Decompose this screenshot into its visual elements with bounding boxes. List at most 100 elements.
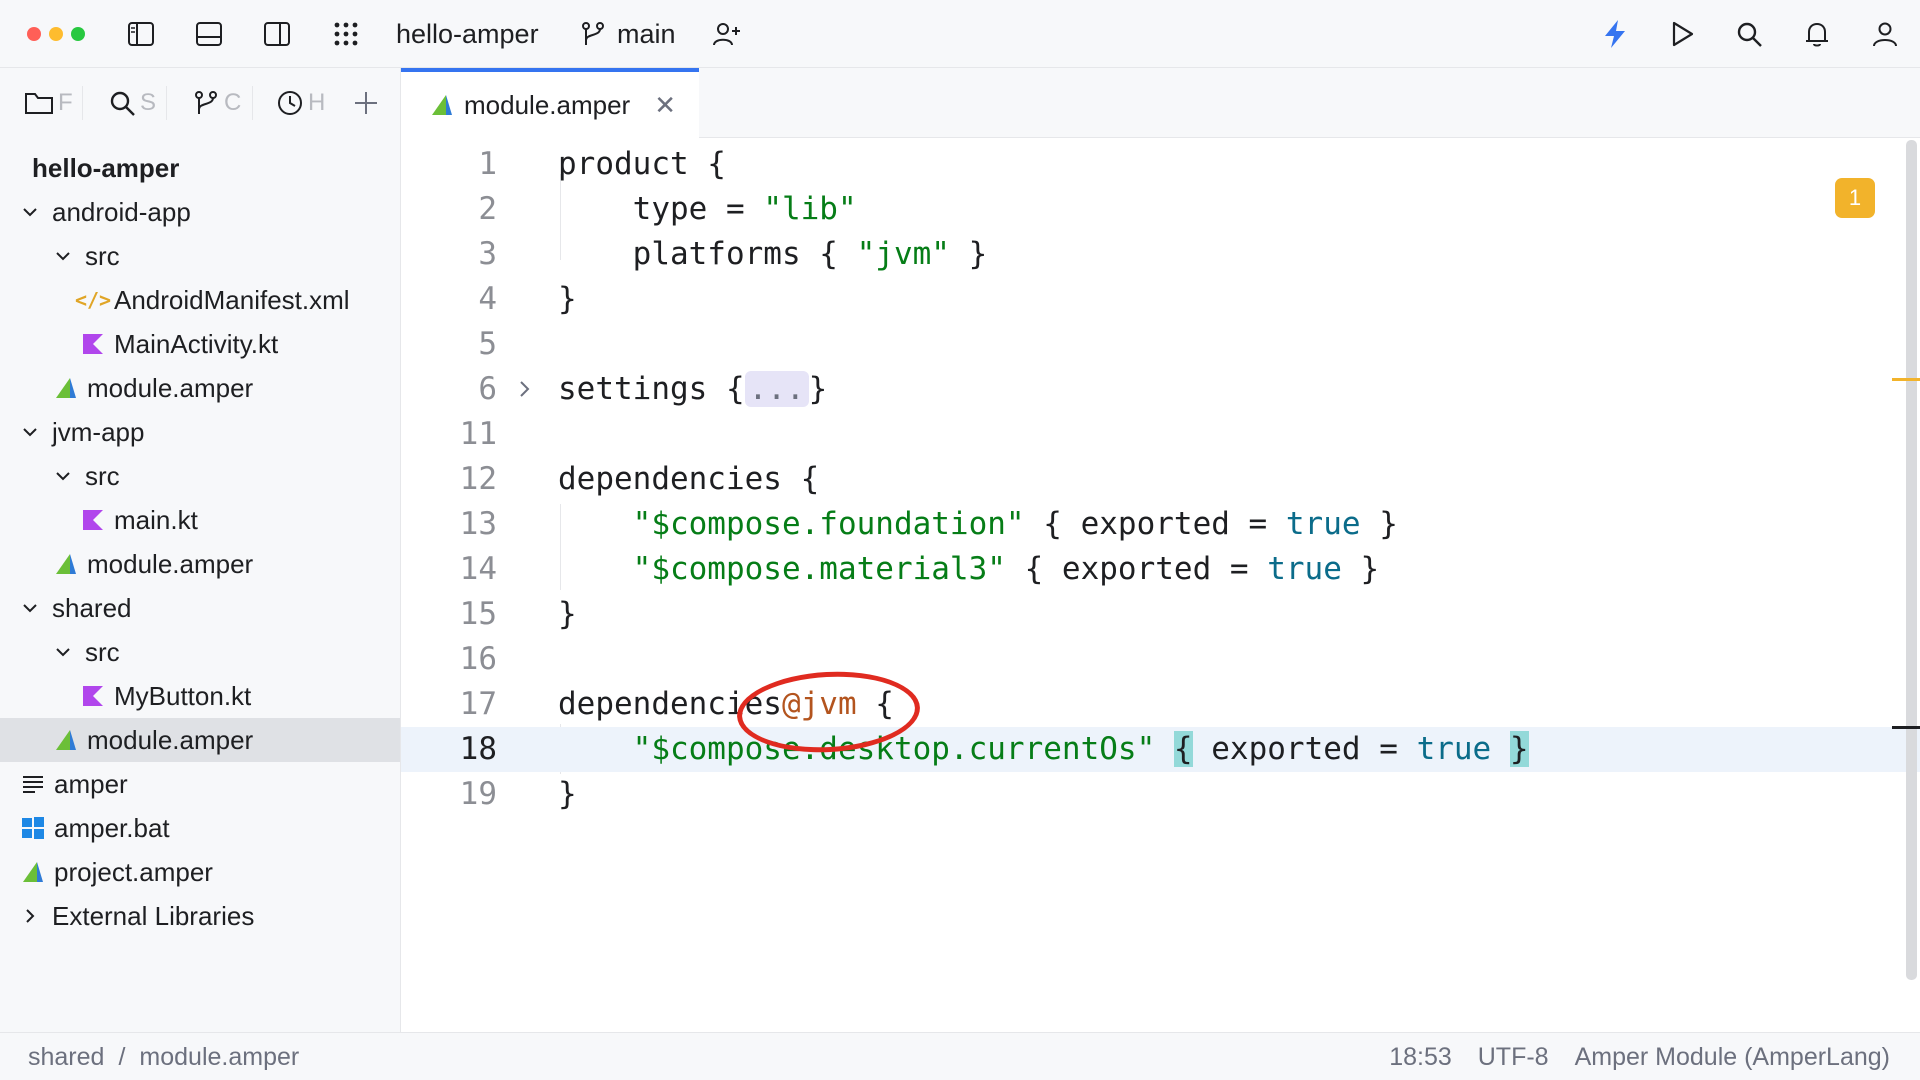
line-number: 11 bbox=[459, 416, 497, 452]
windows-logo-icon bbox=[20, 815, 46, 841]
code-line[interactable]: 14 "$compose.material3" { exported = tru… bbox=[401, 547, 1920, 592]
bottom-panel-toggle-icon[interactable] bbox=[192, 17, 226, 51]
caret-position[interactable]: 18:53 bbox=[1389, 1043, 1452, 1072]
amper-file-icon bbox=[20, 859, 46, 885]
caret-stripe-marker bbox=[1892, 726, 1920, 729]
kotlin-file-icon bbox=[80, 507, 106, 533]
chevron-right-icon[interactable] bbox=[517, 367, 533, 414]
tab-commit-label: C bbox=[224, 89, 242, 116]
breadcrumb-item[interactable]: module.amper bbox=[139, 1043, 299, 1072]
amper-file-icon bbox=[432, 95, 452, 115]
tree-external-libraries[interactable]: External Libraries bbox=[0, 894, 400, 938]
line-number: 1 bbox=[478, 146, 497, 182]
chevron-down-icon[interactable] bbox=[53, 246, 73, 266]
vcs-branch[interactable]: main bbox=[617, 18, 676, 50]
tree-item-label: module.amper bbox=[87, 548, 254, 579]
tab-files-label: F bbox=[58, 89, 73, 116]
tree-folder-jvm-app[interactable]: jvm-app bbox=[0, 410, 400, 454]
search-icon[interactable] bbox=[1732, 17, 1766, 51]
chevron-right-icon[interactable] bbox=[20, 906, 40, 926]
code-line[interactable]: 13 "$compose.foundation" { exported = tr… bbox=[401, 502, 1920, 547]
search-icon bbox=[110, 91, 135, 116]
tree-folder-shared[interactable]: shared bbox=[0, 586, 400, 630]
editor-scrollbar[interactable] bbox=[1906, 140, 1917, 980]
close-tab-icon[interactable]: ✕ bbox=[654, 90, 676, 121]
editor-tab-module-amper[interactable]: module.amper ✕ bbox=[401, 68, 699, 138]
minimize-window-button[interactable] bbox=[49, 27, 63, 41]
tree-file-project-amper[interactable]: project.amper bbox=[0, 850, 400, 894]
tree-file-amper[interactable]: amper bbox=[0, 762, 400, 806]
right-panel-toggle-icon[interactable] bbox=[260, 17, 294, 51]
code-line[interactable]: 12 dependencies { bbox=[401, 457, 1920, 502]
close-window-button[interactable] bbox=[27, 27, 41, 41]
sidebar-tool-tabs: F S C H bbox=[0, 68, 400, 138]
code-line[interactable]: 1 product { bbox=[401, 142, 1920, 187]
amper-file-icon bbox=[53, 551, 79, 577]
lightning-icon[interactable] bbox=[1598, 17, 1632, 51]
code-editor[interactable]: 1 product { 2 type = "lib" 3 platforms {… bbox=[401, 138, 1920, 1032]
tree-file-mainactivity[interactable]: MainActivity.kt bbox=[0, 322, 400, 366]
tree-folder-src[interactable]: src bbox=[0, 630, 400, 674]
code-line[interactable]: 3 platforms { "jvm" } bbox=[401, 232, 1920, 277]
breadcrumb-separator: / bbox=[118, 1043, 126, 1071]
file-type[interactable]: Amper Module (AmperLang) bbox=[1575, 1043, 1890, 1072]
matched-brace: { bbox=[1173, 731, 1193, 767]
tab-commit[interactable]: C bbox=[192, 86, 241, 120]
tree-item-label: amper bbox=[54, 768, 128, 799]
tree-file-module-amper[interactable]: module.amper bbox=[0, 542, 400, 586]
branch-icon bbox=[195, 91, 217, 114]
tree-folder-src[interactable]: src bbox=[0, 454, 400, 498]
line-number: 13 bbox=[459, 506, 497, 542]
code-line-current[interactable]: 18 "$compose.desktop.currentOs" { export… bbox=[401, 727, 1920, 772]
zoom-window-button[interactable] bbox=[71, 27, 85, 41]
code-line[interactable]: 17 dependencies@jvm { bbox=[401, 682, 1920, 727]
user-account-icon[interactable] bbox=[1868, 17, 1902, 51]
file-encoding[interactable]: UTF-8 bbox=[1478, 1043, 1549, 1072]
tab-history[interactable]: H bbox=[276, 86, 325, 120]
left-panel-toggle-icon[interactable] bbox=[124, 17, 158, 51]
code-line[interactable]: 6 settings {...} bbox=[401, 367, 1920, 412]
main-menu-grid-icon[interactable] bbox=[329, 17, 363, 51]
tree-file-mybutton-kt[interactable]: MyButton.kt bbox=[0, 674, 400, 718]
add-collaborator-icon[interactable] bbox=[710, 17, 744, 51]
xml-file-icon: </> bbox=[74, 288, 112, 312]
line-number: 5 bbox=[478, 326, 497, 362]
chevron-down-icon[interactable] bbox=[20, 598, 40, 618]
folded-region[interactable]: ... bbox=[744, 371, 809, 407]
amper-file-icon bbox=[53, 727, 79, 753]
code-line[interactable]: 15 } bbox=[401, 592, 1920, 637]
add-tool-tab-button[interactable] bbox=[352, 86, 380, 120]
text-file-icon bbox=[20, 771, 46, 797]
tree-file-module-amper-selected[interactable]: module.amper bbox=[0, 718, 400, 762]
code-line[interactable]: 5 bbox=[401, 322, 1920, 367]
tree-file-main-kt[interactable]: main.kt bbox=[0, 498, 400, 542]
tree-item-label: main.kt bbox=[114, 504, 198, 535]
chevron-down-icon[interactable] bbox=[20, 422, 40, 442]
run-icon[interactable] bbox=[1665, 17, 1699, 51]
breadcrumb-item[interactable]: shared bbox=[28, 1043, 104, 1072]
tree-item-label: shared bbox=[52, 592, 132, 623]
warning-count-badge[interactable]: 1 bbox=[1835, 178, 1875, 218]
tab-files[interactable]: F bbox=[24, 86, 73, 120]
project-name[interactable]: hello-amper bbox=[396, 18, 539, 50]
code-line[interactable]: 16 bbox=[401, 637, 1920, 682]
tab-search[interactable]: S bbox=[108, 86, 156, 120]
code-line[interactable]: 19 } bbox=[401, 772, 1920, 817]
tree-file-amper-bat[interactable]: amper.bat bbox=[0, 806, 400, 850]
chevron-down-icon[interactable] bbox=[20, 202, 40, 222]
tree-file-androidmanifest[interactable]: </> AndroidManifest.xml bbox=[0, 278, 400, 322]
tree-item-label: amper.bat bbox=[54, 812, 170, 843]
code-line[interactable]: 11 bbox=[401, 412, 1920, 457]
code-line[interactable]: 2 type = "lib" bbox=[401, 187, 1920, 232]
tree-folder-android-app[interactable]: android-app bbox=[0, 190, 400, 234]
tree-root-project[interactable]: hello-amper bbox=[0, 146, 400, 190]
tree-item-label: src bbox=[85, 460, 120, 491]
warning-stripe-marker[interactable] bbox=[1892, 378, 1920, 381]
tree-file-module-amper[interactable]: module.amper bbox=[0, 366, 400, 410]
code-line[interactable]: 4 } bbox=[401, 277, 1920, 322]
notifications-bell-icon[interactable] bbox=[1800, 17, 1834, 51]
tree-item-label: project.amper bbox=[54, 856, 213, 887]
chevron-down-icon[interactable] bbox=[53, 466, 73, 486]
chevron-down-icon[interactable] bbox=[53, 642, 73, 662]
tree-folder-src[interactable]: src bbox=[0, 234, 400, 278]
